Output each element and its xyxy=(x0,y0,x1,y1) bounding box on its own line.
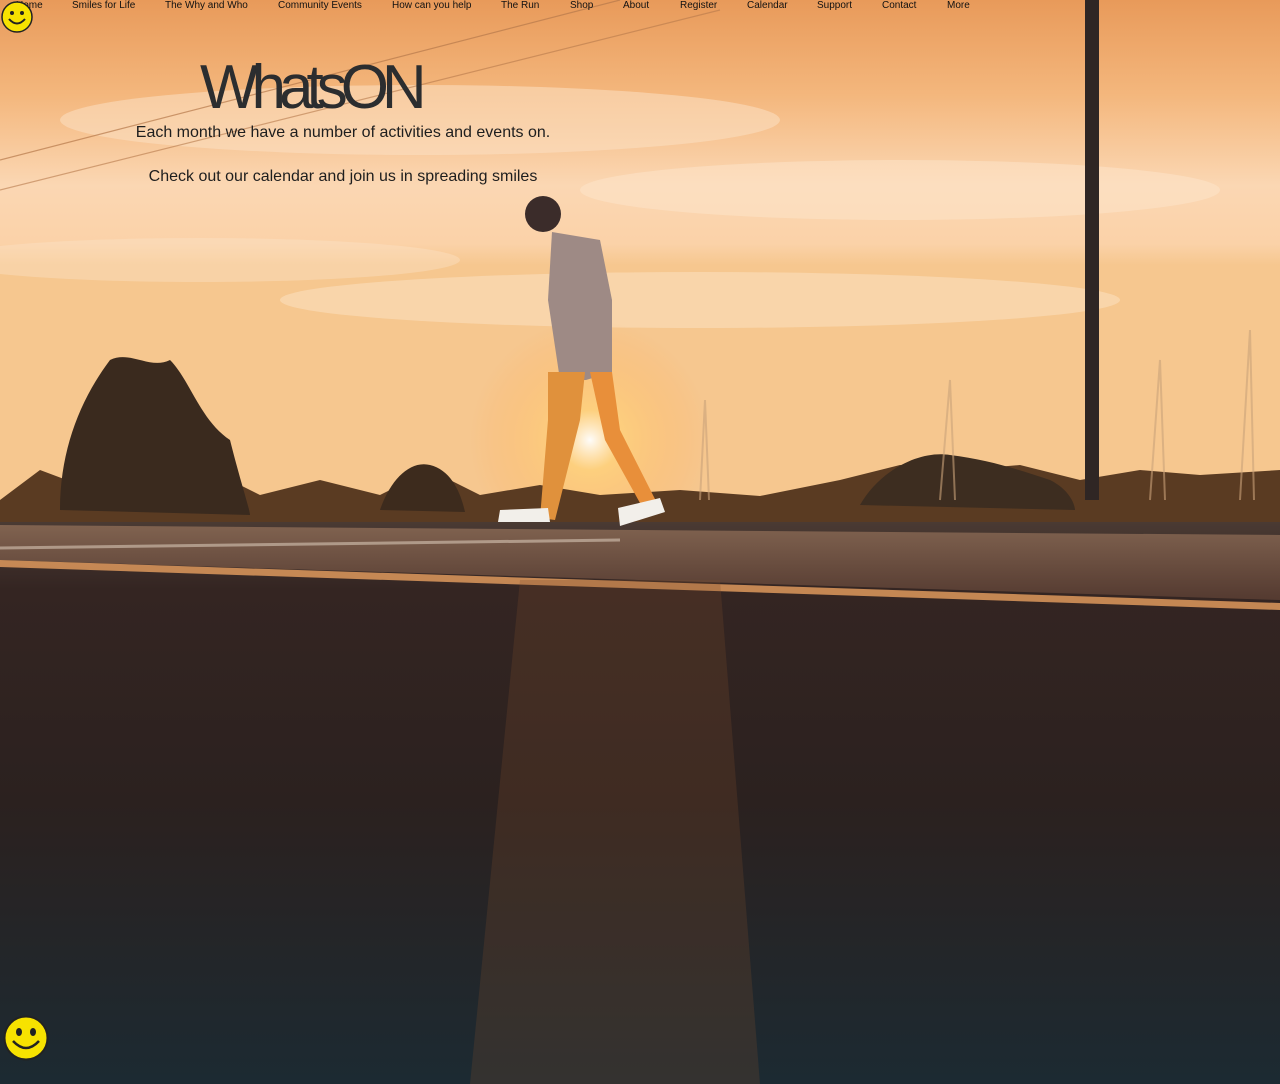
smiley-icon xyxy=(3,1015,49,1061)
smiley-icon xyxy=(1,1,33,33)
intro-text: Each month we have a number of activitie… xyxy=(135,124,551,141)
nav-item-about[interactable]: About xyxy=(623,0,649,12)
nav-item-support[interactable]: Support xyxy=(817,0,852,12)
nav-item-smiles-for-life[interactable]: Smiles for Life xyxy=(72,0,135,12)
site-logo[interactable] xyxy=(1,1,33,38)
chat-button[interactable] xyxy=(3,1015,49,1066)
nav-item-register[interactable]: Register xyxy=(680,0,717,12)
nav-item-calendar[interactable]: Calendar xyxy=(747,0,788,12)
calendar-invite-text: Check out our calendar and join us in sp… xyxy=(148,168,538,185)
sunset-road-photo xyxy=(0,0,1280,1084)
nav-item-more[interactable]: More xyxy=(947,0,970,12)
main-nav: Home Smiles for Life The Why and Who Com… xyxy=(0,0,1280,14)
nav-item-how-can-you-help[interactable]: How can you help xyxy=(392,0,472,12)
nav-item-contact[interactable]: Contact xyxy=(882,0,916,12)
nav-item-community-events[interactable]: Community Events xyxy=(278,0,362,12)
nav-item-the-run[interactable]: The Run xyxy=(501,0,539,12)
hero-background xyxy=(0,0,1280,1084)
nav-item-shop[interactable]: Shop xyxy=(570,0,593,12)
nav-item-the-why-and-who[interactable]: The Why and Who xyxy=(165,0,248,12)
page-title: WhatsON xyxy=(200,53,427,122)
